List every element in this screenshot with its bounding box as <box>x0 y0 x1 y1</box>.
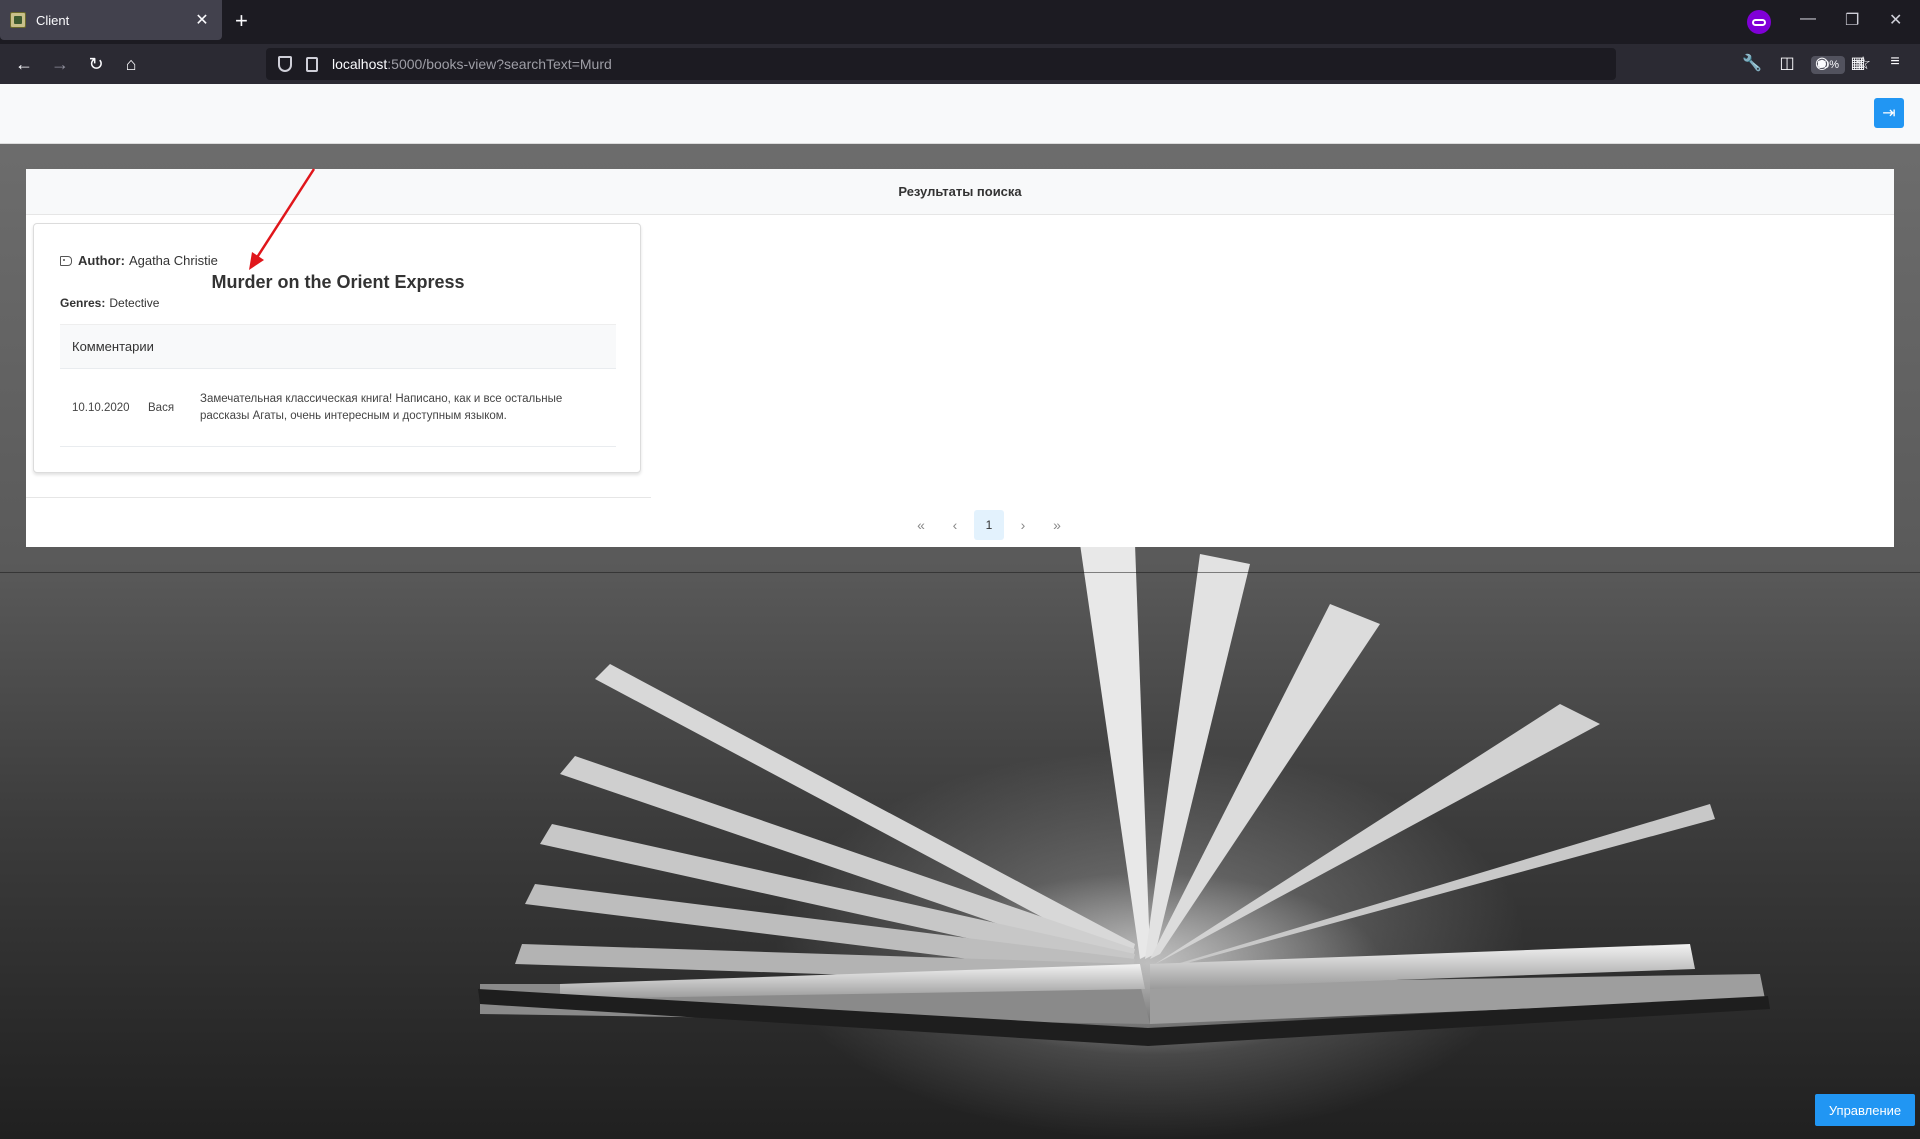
url-host: localhost <box>332 56 388 72</box>
hamburger-menu-icon[interactable]: ≡ <box>1884 53 1906 71</box>
tab-title: Client <box>36 12 70 28</box>
tracking-shield-icon[interactable] <box>278 56 292 72</box>
genres-row: Genres: Detective <box>60 296 159 310</box>
table-row: 10.10.2020 Вася Замечательная классическ… <box>60 369 616 447</box>
close-tab-icon[interactable]: ✕ <box>192 10 212 30</box>
pocket-icon[interactable]: ◫ <box>1776 53 1798 73</box>
restore-icon[interactable]: ❐ <box>1845 10 1859 30</box>
back-arrow-icon[interactable]: ← <box>12 53 36 75</box>
comment-user: Вася <box>148 401 175 414</box>
minimize-icon[interactable]: — <box>1800 10 1816 28</box>
address-bar[interactable]: localhost:5000/books-view?searchText=Mur… <box>266 48 1871 80</box>
login-icon: ⇥ <box>1882 105 1896 122</box>
browser-tab-bar: Client ✕ + — ❐ ✕ <box>0 0 1920 44</box>
book-card: Author: Agatha Christie Murder on the Or… <box>33 223 641 473</box>
comment-text: Замечательная классическая книга! Написа… <box>200 392 563 422</box>
search-results-panel: Результаты поиска Author: Agatha Christi… <box>26 169 1894 547</box>
book-title: Murder on the Orient Express <box>211 272 465 292</box>
author-value: Agatha Christie <box>128 253 218 268</box>
results-header: Результаты поиска <box>26 169 1894 215</box>
new-tab-button[interactable]: + <box>235 10 248 32</box>
first-page-button[interactable]: « <box>906 510 936 540</box>
paginator: « ‹ 1 › » <box>904 510 1074 540</box>
globe-icon[interactable]: ◉ <box>1811 53 1833 73</box>
next-page-button[interactable]: › <box>1008 510 1038 540</box>
site-favicon-icon <box>10 12 26 28</box>
author-row: Author: Agatha Christie <box>60 253 218 268</box>
browser-nav-bar: ← → ↻ ⌂ localhost:5000/books-view?search… <box>0 44 1920 84</box>
page-button-current[interactable]: 1 <box>974 510 1004 540</box>
home-icon[interactable]: ⌂ <box>119 53 143 75</box>
author-label: Author: <box>78 253 125 268</box>
login-button[interactable]: ⇥ <box>1874 98 1904 128</box>
tag-icon <box>60 255 72 266</box>
browser-tab[interactable]: Client ✕ <box>0 0 222 40</box>
genres-label: Genres: <box>60 296 106 310</box>
app-header: ⇥ <box>0 84 1920 144</box>
manage-button[interactable]: Управление <box>1815 1094 1915 1126</box>
page-viewport: ⇥ Результаты поиска Author: Agatha Chris… <box>0 84 1920 1139</box>
reload-icon[interactable]: ↻ <box>84 53 108 75</box>
comment-date: 10.10.2020 <box>72 401 130 414</box>
divider <box>26 497 651 498</box>
wrench-icon[interactable]: 🔧 <box>1741 53 1763 73</box>
page-info-icon[interactable] <box>306 56 318 72</box>
genres-value: Detective <box>109 296 160 310</box>
last-page-button[interactable]: » <box>1042 510 1072 540</box>
extensions-icon[interactable]: ▦ <box>1847 53 1869 73</box>
prev-page-button[interactable]: ‹ <box>940 510 970 540</box>
comments-header: Комментарии <box>60 324 616 369</box>
private-mask-icon[interactable] <box>1747 10 1771 34</box>
url-path: :5000/books-view?searchText=Murd <box>387 56 612 72</box>
results-title: Результаты поиска <box>898 184 1022 199</box>
horizontal-rule <box>0 572 1920 573</box>
close-window-icon[interactable]: ✕ <box>1889 10 1902 30</box>
forward-arrow-icon[interactable]: → <box>48 53 72 75</box>
comments-table: Комментарии 10.10.2020 Вася Замечательна… <box>60 324 616 447</box>
